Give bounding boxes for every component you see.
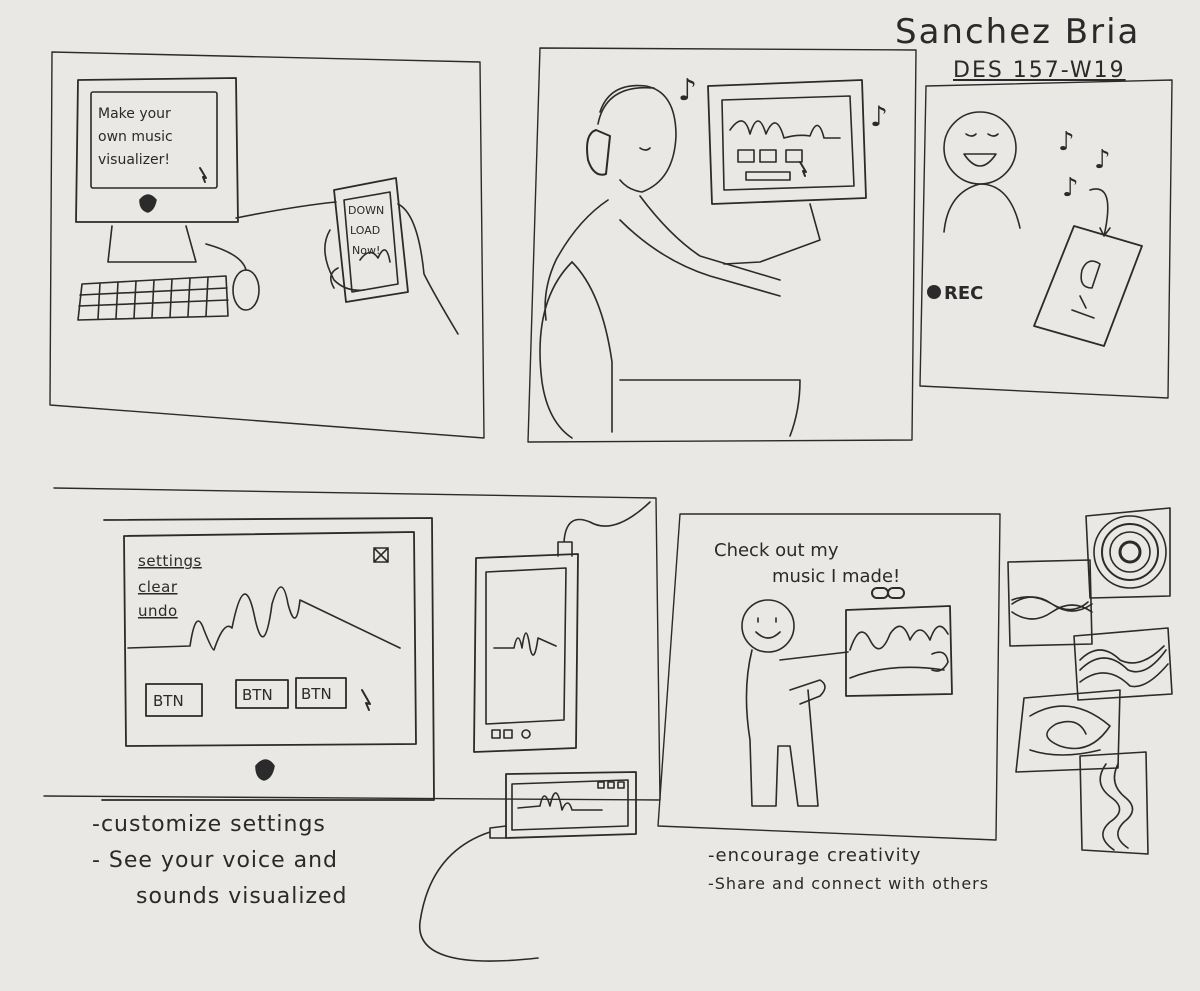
tablet-device bbox=[473, 501, 651, 753]
menu-item-settings[interactable]: settings bbox=[138, 552, 202, 570]
rec-label: REC bbox=[944, 283, 983, 304]
music-note-icon: ♪ bbox=[1062, 173, 1079, 203]
note-customize-settings: -customize settings bbox=[92, 812, 326, 837]
monitor-screen-text: Make your own music visualizer! bbox=[98, 106, 173, 168]
presenting-person bbox=[741, 599, 849, 807]
visualizer-buttons: BTN BTN BTN bbox=[145, 677, 347, 717]
music-note-icon: ♪ bbox=[1094, 145, 1111, 175]
panel-5-frame bbox=[657, 513, 1001, 841]
art-thumbnail-swirl bbox=[1015, 689, 1121, 773]
course-code: DES 157-W19 bbox=[953, 58, 1126, 83]
art-thumbnail-topographic bbox=[1073, 627, 1173, 701]
art-thumbnail-ribbon bbox=[1079, 751, 1149, 855]
menu-item-undo[interactable]: undo bbox=[138, 602, 178, 620]
music-note-icon: ♪ bbox=[678, 73, 697, 108]
author-name: Sanchez Bria bbox=[895, 12, 1141, 52]
screen-line-3: visualizer! bbox=[98, 152, 170, 168]
record-dot-icon bbox=[927, 285, 941, 299]
sketch-drawing: Make your own music visualizer! DOWN LOA… bbox=[43, 47, 1173, 962]
note-encourage-creativity: -encourage creativity bbox=[708, 845, 922, 866]
storyboard-sheet: Make your own music visualizer! DOWN LOA… bbox=[0, 0, 1200, 987]
panel-3-frame bbox=[919, 79, 1173, 399]
keyboard bbox=[77, 275, 229, 321]
screen-line-2: own music bbox=[98, 129, 173, 145]
note-see-voice: - See your voice and bbox=[92, 848, 339, 873]
art-thumbnail-rings bbox=[1085, 507, 1171, 599]
phone-line-1: DOWN bbox=[348, 204, 384, 217]
phone-line-2: LOAD bbox=[350, 224, 380, 237]
speech-text: Check out my music I made! bbox=[714, 540, 900, 587]
phone-with-microphone bbox=[1033, 188, 1143, 347]
btn-1[interactable]: BTN bbox=[153, 692, 184, 710]
note-sounds-visualized: sounds visualized bbox=[136, 884, 348, 909]
phone-screen-text: DOWN LOAD Now! bbox=[348, 204, 384, 257]
btn-2[interactable]: BTN bbox=[242, 686, 273, 704]
desk-line bbox=[235, 201, 337, 219]
shared-visual-card bbox=[845, 605, 953, 697]
phone-line-3: Now! bbox=[352, 244, 380, 257]
hand-holding-phone bbox=[324, 177, 459, 335]
small-monitor-with-cable bbox=[419, 771, 637, 962]
speech-line-1: Check out my bbox=[714, 540, 839, 561]
screen-line-1: Make your bbox=[98, 106, 171, 122]
link-icon bbox=[871, 587, 905, 599]
art-thumbnail-waves bbox=[1007, 559, 1093, 647]
speech-line-2: music I made! bbox=[772, 566, 900, 587]
note-share-connect: -Share and connect with others bbox=[708, 874, 990, 893]
panel-4-frame bbox=[43, 487, 661, 801]
singing-person bbox=[943, 111, 1021, 233]
music-note-icon: ♪ bbox=[870, 100, 888, 133]
btn-3[interactable]: BTN bbox=[301, 685, 332, 703]
menu-item-clear[interactable]: clear bbox=[138, 578, 178, 596]
chair bbox=[539, 261, 801, 439]
desk-monitor bbox=[707, 79, 867, 265]
music-note-icon: ♪ bbox=[1058, 127, 1075, 157]
visualizer-menu: settings clear undo bbox=[138, 552, 202, 620]
